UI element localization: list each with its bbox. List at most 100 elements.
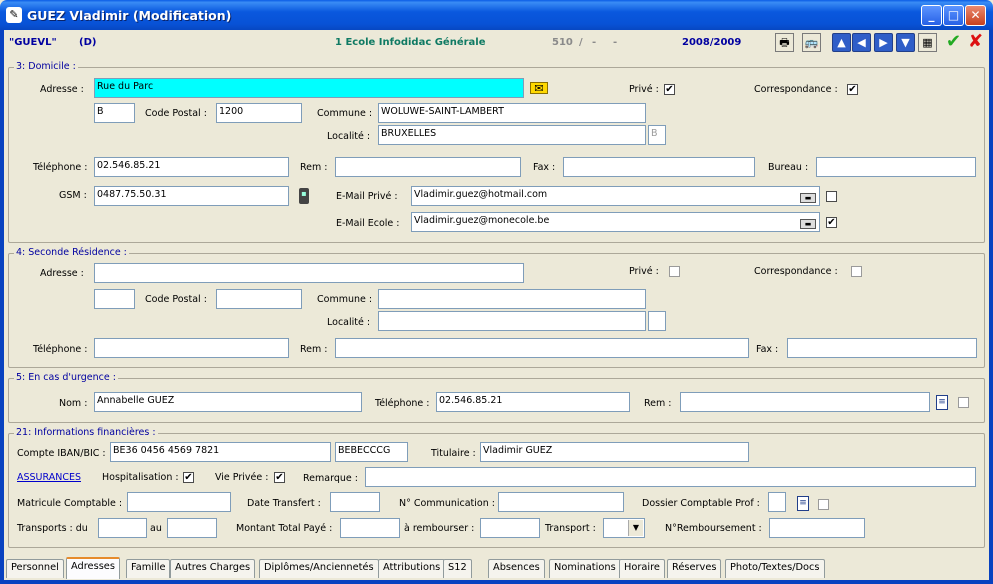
seconde-rem-label: Rem : [300, 344, 328, 355]
check-icon[interactable]: ✔ [946, 31, 961, 52]
matricule-input[interactable] [127, 492, 231, 512]
chevron-down-icon[interactable]: ▼ [628, 520, 643, 536]
localite-code-input[interactable]: B [648, 125, 666, 145]
urgence-checkbox[interactable] [958, 397, 969, 408]
adresse-input[interactable]: Rue du Parc [94, 78, 524, 98]
urgence-telephone-input[interactable]: 02.546.85.21 [436, 392, 630, 412]
transport-label: Transport : [545, 523, 596, 534]
code-postal-label: Code Postal : [145, 108, 207, 119]
correspondance-checkbox[interactable]: ✔ [847, 84, 858, 95]
seconde-telephone-label: Téléphone : [33, 344, 88, 355]
matricule-label: Matricule Comptable : [17, 498, 123, 509]
rem-input[interactable] [335, 157, 521, 177]
printer-icon[interactable]: 🖶 [775, 33, 794, 52]
iban-input[interactable]: BE36 0456 4569 7821 [110, 442, 331, 462]
communication-input[interactable] [498, 492, 624, 512]
close-icon[interactable]: ✕ [965, 5, 986, 26]
localite-input[interactable]: BRUXELLES [378, 125, 646, 145]
seconde-correspondance-checkbox[interactable] [851, 266, 862, 277]
hospitalisation-checkbox[interactable]: ✔ [183, 472, 194, 483]
seconde-commune-input[interactable] [378, 289, 646, 309]
tab-famille[interactable]: Famille [126, 559, 171, 578]
montant-label: Montant Total Payé : [236, 523, 333, 534]
seconde-localite-code-input[interactable] [648, 311, 666, 331]
box-input[interactable]: B [94, 103, 135, 123]
seconde-telephone-input[interactable] [94, 338, 289, 358]
seconde-adresse-input[interactable] [94, 263, 524, 283]
tab-photo-textes-docs[interactable]: Photo/Textes/Docs [725, 559, 825, 578]
tab-autres-charges[interactable]: Autres Charges [170, 559, 256, 578]
tab-nominations[interactable]: Nominations [549, 559, 621, 578]
fax-input[interactable] [563, 157, 755, 177]
transports-du-input[interactable] [98, 518, 147, 538]
domicile-legend: 3: Domicile : [14, 61, 78, 72]
dossier-document-icon[interactable]: ≡ [797, 496, 809, 511]
tab-s12[interactable]: S12 [443, 559, 472, 578]
urgence-rem-input[interactable] [680, 392, 930, 412]
commune-label: Commune : [317, 108, 373, 119]
window-title: GUEZ Vladimir (Modification) [27, 8, 232, 23]
email-ecole-input[interactable]: Vladimir.guez@monecole.be [411, 212, 820, 232]
seconde-adresse-label: Adresse : [40, 268, 84, 279]
seconde-correspondance-label: Correspondance : [754, 266, 838, 277]
cancel-icon[interactable]: ✘ [968, 31, 983, 52]
arrow-up-icon[interactable]: ▲ [832, 33, 851, 52]
telephone-input[interactable]: 02.546.85.21 [94, 157, 289, 177]
phone-icon[interactable]: ▪ [299, 188, 309, 204]
seconde-localite-input[interactable] [378, 311, 646, 331]
envelope-icon[interactable]: ✉ [530, 82, 548, 95]
email-prive-envelope-icon[interactable]: ▬ [800, 193, 816, 203]
gsm-input[interactable]: 0487.75.50.31 [94, 186, 289, 206]
teacher-code: "GUEVL" [9, 37, 57, 48]
record-dash-2: - [613, 37, 618, 48]
tab-reserves[interactable]: Réserves [667, 559, 722, 578]
tab-absences[interactable]: Absences [488, 559, 545, 578]
email-prive-input[interactable]: Vladimir.guez@hotmail.com [411, 186, 820, 206]
titulaire-input[interactable]: Vladimir GUEZ [480, 442, 749, 462]
seconde-rem-input[interactable] [335, 338, 749, 358]
remboursement-input[interactable] [769, 518, 865, 538]
code-postal-input[interactable]: 1200 [216, 103, 302, 123]
arrow-left-icon[interactable]: ◀ [852, 33, 871, 52]
bureau-input[interactable] [816, 157, 976, 177]
remarque-input[interactable] [365, 467, 976, 487]
vie-privee-checkbox[interactable]: ✔ [274, 472, 285, 483]
record-sep: / [579, 37, 583, 48]
seconde-code-postal-input[interactable] [216, 289, 302, 309]
bus-icon[interactable]: 🚌 [802, 33, 821, 52]
urgence-nom-input[interactable]: Annabelle GUEZ [94, 392, 362, 412]
tab-attributions[interactable]: Attributions [378, 559, 446, 578]
seconde-prive-checkbox[interactable] [669, 266, 680, 277]
app-icon: ✎ [6, 7, 22, 23]
tab-diplomes[interactable]: Diplômes/Anciennetés [259, 559, 379, 578]
date-transfert-input[interactable] [330, 492, 380, 512]
seconde-fax-label: Fax : [756, 344, 779, 355]
tab-horaire[interactable]: Horaire [619, 559, 665, 578]
calculator-icon[interactable]: ▦ [918, 33, 937, 52]
document-icon[interactable]: ≡ [936, 395, 948, 410]
arrow-right-icon[interactable]: ▶ [874, 33, 893, 52]
maximize-icon[interactable]: □ [943, 5, 964, 26]
seconde-box-input[interactable] [94, 289, 135, 309]
prive-checkbox[interactable]: ✔ [664, 84, 675, 95]
transports-au-input[interactable] [167, 518, 217, 538]
arrow-down-icon[interactable]: ▼ [896, 33, 915, 52]
rembourser-input[interactable] [480, 518, 540, 538]
seconde-fax-input[interactable] [787, 338, 977, 358]
email-prive-checkbox[interactable] [826, 191, 837, 202]
dossier-checkbox[interactable] [818, 499, 829, 510]
email-ecole-envelope-icon[interactable]: ▬ [800, 219, 816, 229]
dossier-input[interactable] [768, 492, 786, 512]
bic-input[interactable]: BEBECCCG [335, 442, 408, 462]
finances-legend: 21: Informations financières : [14, 427, 158, 438]
correspondance-label: Correspondance : [754, 84, 838, 95]
tab-adresses[interactable]: Adresses [66, 557, 120, 579]
montant-input[interactable] [340, 518, 400, 538]
remarque-label: Remarque : [303, 473, 358, 484]
dossier-label: Dossier Comptable Prof : [642, 498, 760, 509]
email-ecole-checkbox[interactable]: ✔ [826, 217, 837, 228]
commune-input[interactable]: WOLUWE-SAINT-LAMBERT [378, 103, 646, 123]
tab-personnel[interactable]: Personnel [6, 559, 64, 578]
assurances-link[interactable]: ASSURANCES [17, 472, 81, 483]
minimize-icon[interactable]: _ [921, 5, 942, 26]
